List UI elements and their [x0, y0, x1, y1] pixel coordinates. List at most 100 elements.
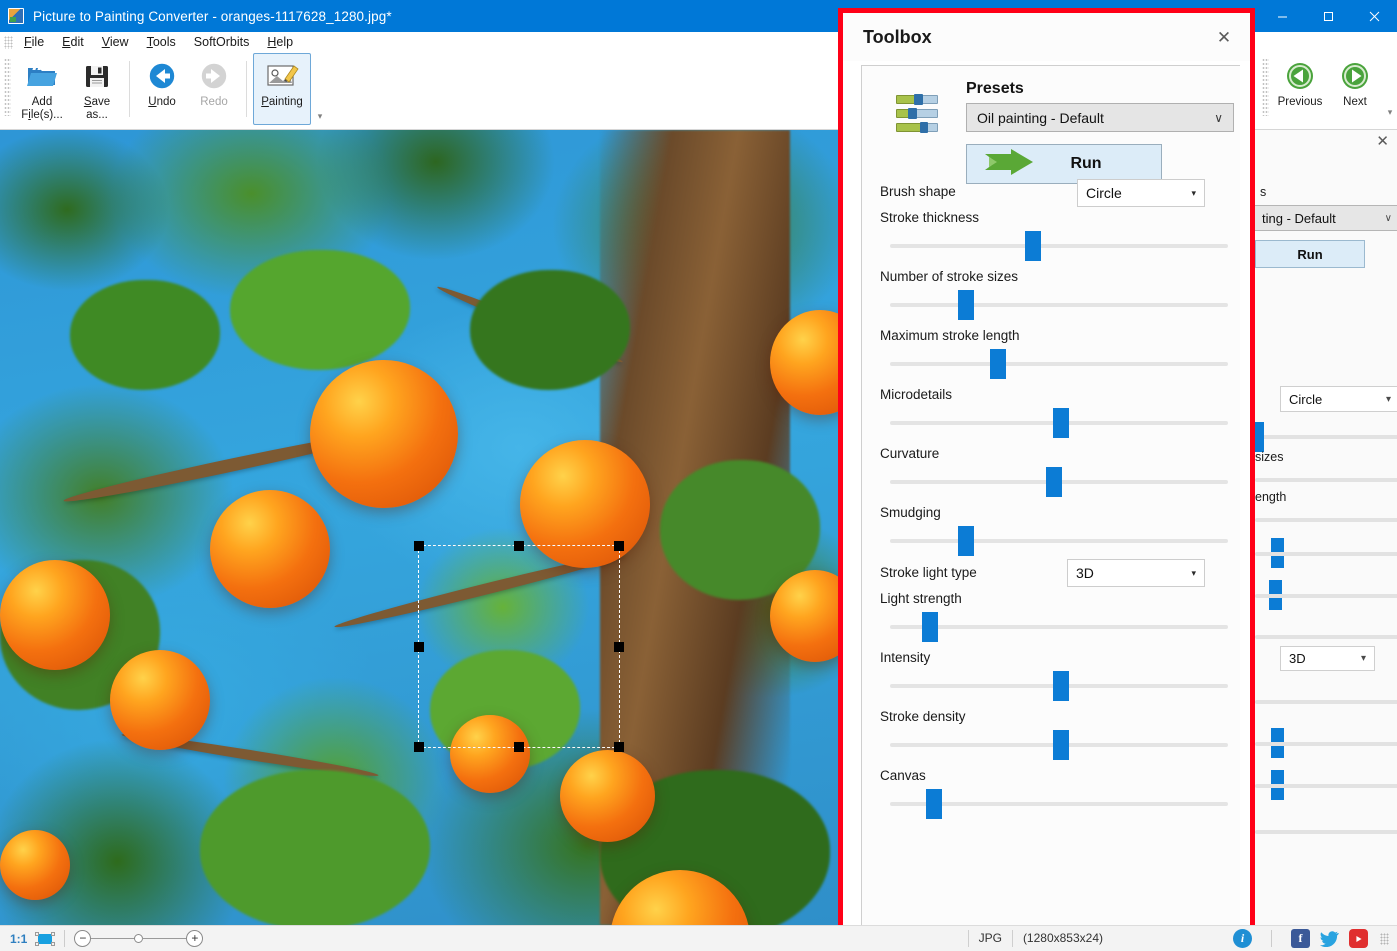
- settings-preset-combo[interactable]: ting - Default ∨: [1253, 205, 1397, 231]
- maximize-button[interactable]: [1305, 0, 1351, 32]
- brush-shape-select[interactable]: Circle ▾: [1077, 179, 1205, 207]
- control-curvature: Curvature: [880, 446, 1234, 497]
- toolbox-close-button[interactable]: ✕: [1212, 25, 1236, 49]
- add-files-button[interactable]: Add File(s)...: [13, 53, 71, 125]
- slider-thumb[interactable]: [1046, 467, 1063, 497]
- max-stroke-length-slider[interactable]: [880, 349, 1234, 379]
- settings-track[interactable]: [1255, 700, 1397, 704]
- slider-thumb[interactable]: [1053, 408, 1070, 438]
- next-button[interactable]: Next: [1329, 53, 1381, 125]
- slider-track: [890, 625, 1228, 629]
- selection-handle-top-center[interactable]: [514, 541, 524, 551]
- control-stroke-density: Stroke density: [880, 709, 1234, 760]
- resize-grip-icon[interactable]: [1380, 932, 1389, 945]
- settings-brush-shape-value: Circle: [1289, 391, 1323, 407]
- selection-marquee[interactable]: [414, 541, 624, 752]
- zoom-out-button[interactable]: −: [74, 930, 92, 947]
- settings-light-type-combo[interactable]: 3D ▾: [1280, 646, 1375, 671]
- selection-handle-bottom-left[interactable]: [414, 742, 424, 752]
- undo-arrow-icon: [147, 59, 177, 93]
- info-icon[interactable]: i: [1233, 929, 1252, 948]
- stroke-light-type-select[interactable]: 3D ▾: [1067, 559, 1205, 587]
- close-button[interactable]: [1351, 0, 1397, 32]
- selection-handle-bottom-right[interactable]: [614, 742, 624, 752]
- twitter-icon[interactable]: [1320, 929, 1339, 948]
- settings-track[interactable]: [1255, 594, 1397, 598]
- redo-label: Redo: [200, 96, 228, 108]
- redo-button: Redo: [188, 53, 240, 125]
- menu-tools[interactable]: Tools: [138, 32, 185, 52]
- settings-track[interactable]: [1255, 784, 1397, 788]
- canvas-slider[interactable]: [880, 789, 1234, 819]
- slider-thumb[interactable]: [922, 612, 939, 642]
- menu-edit[interactable]: Edit: [53, 32, 93, 52]
- preset-select[interactable]: Oil painting - Default ∨: [966, 103, 1234, 132]
- social-links: i f: [1233, 929, 1397, 948]
- selection-handle-middle-right[interactable]: [614, 641, 624, 652]
- selection-handle-top-right[interactable]: [614, 541, 624, 551]
- slider-thumb[interactable]: [1053, 671, 1070, 701]
- fit-to-window-icon[interactable]: [35, 931, 56, 946]
- facebook-icon[interactable]: f: [1291, 929, 1310, 948]
- youtube-icon[interactable]: [1349, 929, 1368, 948]
- painting-button[interactable]: Painting: [253, 53, 311, 125]
- settings-panel-close-icon[interactable]: ✕: [1376, 134, 1389, 149]
- previous-button[interactable]: Previous: [1271, 53, 1329, 125]
- settings-track[interactable]: [1255, 635, 1397, 639]
- curvature-slider[interactable]: [880, 467, 1234, 497]
- toolbox-window: Toolbox ✕ Presets Oil painting - Default…: [838, 8, 1255, 940]
- menu-help[interactable]: Help: [258, 32, 302, 52]
- stroke-thickness-label: Stroke thickness: [880, 210, 980, 225]
- window-title: Picture to Painting Converter - oranges-…: [33, 8, 392, 24]
- toolbox-header: Toolbox ✕: [843, 13, 1250, 61]
- preset-selected-value: Oil painting - Default: [977, 109, 1104, 126]
- intensity-label: Intensity: [880, 650, 931, 665]
- settings-track[interactable]: [1255, 830, 1397, 834]
- green-arrow-icon: [983, 147, 1037, 182]
- settings-track[interactable]: [1255, 435, 1397, 439]
- menu-help-rest: elp: [276, 35, 294, 49]
- image-canvas[interactable]: [0, 130, 838, 925]
- minimize-button[interactable]: [1259, 0, 1305, 32]
- menu-file[interactable]: File: [15, 32, 53, 52]
- light-strength-slider[interactable]: [880, 612, 1234, 642]
- ribbon-overflow-icon[interactable]: ▾: [313, 109, 327, 123]
- chevron-down-icon: ∨: [1214, 110, 1223, 125]
- slider-thumb[interactable]: [989, 349, 1006, 379]
- zoom-in-button[interactable]: +: [186, 930, 204, 947]
- slider-thumb[interactable]: [957, 290, 974, 320]
- settings-brush-shape-combo[interactable]: Circle ▾: [1280, 386, 1397, 412]
- add-files-line1: Add: [31, 96, 53, 108]
- undo-button[interactable]: Undo: [136, 53, 188, 125]
- menu-view[interactable]: View: [93, 32, 138, 52]
- slider-thumb[interactable]: [926, 789, 943, 819]
- intensity-slider[interactable]: [880, 671, 1234, 701]
- settings-track[interactable]: [1255, 518, 1397, 522]
- menu-view-rest: iew: [109, 35, 129, 49]
- number-stroke-sizes-slider[interactable]: [880, 290, 1234, 320]
- settings-track[interactable]: [1255, 478, 1397, 482]
- selection-handle-middle-left[interactable]: [414, 641, 424, 652]
- next-arrow-icon: [1340, 59, 1370, 93]
- nav-overflow-icon[interactable]: ▾: [1383, 105, 1397, 119]
- settings-run-button[interactable]: Run: [1255, 240, 1365, 268]
- save-as-button[interactable]: Save as...: [71, 53, 123, 125]
- stroke-thickness-slider[interactable]: [880, 231, 1234, 261]
- selection-handle-bottom-center[interactable]: [514, 742, 524, 752]
- selection-handle-top-left[interactable]: [414, 541, 424, 551]
- smudging-slider[interactable]: [880, 526, 1234, 556]
- run-button[interactable]: Run: [966, 144, 1162, 184]
- slider-thumb[interactable]: [1053, 730, 1070, 760]
- microdetails-slider[interactable]: [880, 408, 1234, 438]
- stroke-density-slider[interactable]: [880, 730, 1234, 760]
- settings-track[interactable]: [1255, 742, 1397, 746]
- zoom-slider[interactable]: − +: [74, 930, 204, 947]
- slider-thumb[interactable]: [1025, 231, 1042, 261]
- settings-light-type-value: 3D: [1289, 651, 1306, 666]
- chevron-down-icon: ▾: [1360, 653, 1366, 664]
- control-brush-shape: Brush shape Circle ▾: [880, 179, 1234, 207]
- menu-softorbits[interactable]: SoftOrbits: [185, 32, 259, 52]
- settings-track[interactable]: [1255, 552, 1397, 556]
- slider-thumb[interactable]: [957, 526, 974, 556]
- settings-preset-value: ting - Default: [1262, 210, 1336, 226]
